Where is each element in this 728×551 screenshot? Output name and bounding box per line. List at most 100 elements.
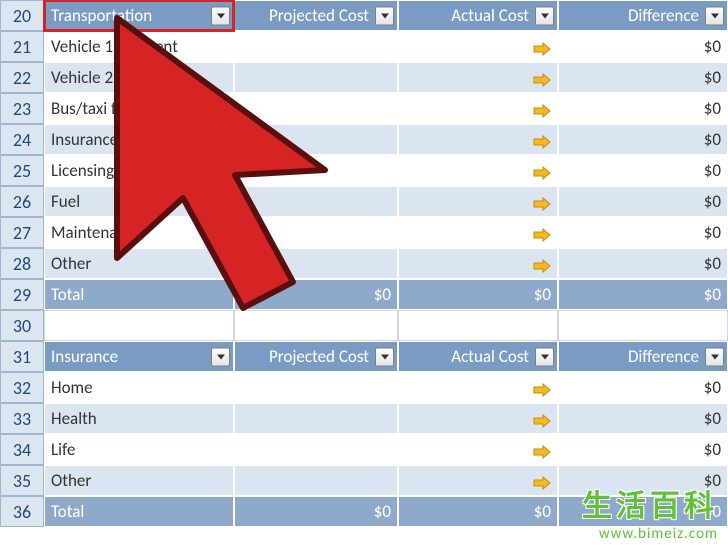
category-cell[interactable]: Maintenance xyxy=(44,217,234,248)
category-cell[interactable]: Fuel xyxy=(44,186,234,217)
header-label: Projected Cost xyxy=(269,5,369,26)
actual-cell[interactable] xyxy=(398,93,558,124)
actual-cell[interactable] xyxy=(398,62,558,93)
empty-cell[interactable] xyxy=(398,310,558,341)
difference-cell[interactable]: $0 xyxy=(558,155,728,186)
empty-cell[interactable] xyxy=(44,310,234,341)
projected-cell[interactable] xyxy=(234,372,398,403)
actual-cell[interactable] xyxy=(398,403,558,434)
difference-cell[interactable]: $0 xyxy=(558,93,728,124)
column-header-actual[interactable]: Actual Cost xyxy=(398,341,558,372)
category-cell[interactable]: Insurance xyxy=(44,124,234,155)
projected-cell[interactable] xyxy=(234,124,398,155)
row-header[interactable]: 32 xyxy=(0,372,44,403)
row-header[interactable]: 20 xyxy=(0,0,44,31)
total-difference-cell[interactable]: $0 xyxy=(558,496,728,527)
filter-dropdown-button[interactable] xyxy=(705,6,724,25)
projected-cell[interactable] xyxy=(234,186,398,217)
total-actual-cell[interactable]: $0 xyxy=(398,279,558,310)
row-header[interactable]: 33 xyxy=(0,403,44,434)
row-header[interactable]: 29 xyxy=(0,279,44,310)
cell-value: $0 xyxy=(704,284,721,305)
column-header-actual[interactable]: Actual Cost xyxy=(398,0,558,31)
header-label: Insurance xyxy=(51,346,118,367)
total-difference-cell[interactable]: $0 xyxy=(558,279,728,310)
row-header[interactable]: 31 xyxy=(0,341,44,372)
row-header[interactable]: 25 xyxy=(0,155,44,186)
category-cell[interactable]: Bus/taxi fare xyxy=(44,93,234,124)
row-header[interactable]: 27 xyxy=(0,217,44,248)
column-header-projected[interactable]: Projected Cost xyxy=(234,341,398,372)
row-header[interactable]: 28 xyxy=(0,248,44,279)
projected-cell[interactable] xyxy=(234,434,398,465)
row-header[interactable]: 21 xyxy=(0,31,44,62)
row-header[interactable]: 35 xyxy=(0,465,44,496)
actual-cell[interactable] xyxy=(398,186,558,217)
actual-cell[interactable] xyxy=(398,217,558,248)
projected-cell[interactable] xyxy=(234,62,398,93)
total-label-cell[interactable]: Total xyxy=(44,279,234,310)
row-header[interactable]: 34 xyxy=(0,434,44,465)
row-header[interactable]: 24 xyxy=(0,124,44,155)
actual-cell[interactable] xyxy=(398,155,558,186)
column-header-difference[interactable]: Difference xyxy=(558,341,728,372)
empty-cell[interactable] xyxy=(558,310,728,341)
actual-cell[interactable] xyxy=(398,124,558,155)
total-projected-cell[interactable]: $0 xyxy=(234,279,398,310)
category-cell[interactable]: Licensing xyxy=(44,155,234,186)
category-cell[interactable]: Life xyxy=(44,434,234,465)
column-header-difference[interactable]: Difference xyxy=(558,0,728,31)
total-label-cell[interactable]: Total xyxy=(44,496,234,527)
row-header[interactable]: 22 xyxy=(0,62,44,93)
filter-dropdown-button[interactable] xyxy=(375,6,394,25)
category-cell[interactable]: Vehicle 2 payment xyxy=(44,62,234,93)
filter-dropdown-button[interactable] xyxy=(705,347,724,366)
projected-cell[interactable] xyxy=(234,248,398,279)
actual-cell[interactable] xyxy=(398,465,558,496)
projected-cell[interactable] xyxy=(234,465,398,496)
difference-cell[interactable]: $0 xyxy=(558,403,728,434)
difference-cell[interactable]: $0 xyxy=(558,62,728,93)
filter-dropdown-button[interactable] xyxy=(535,6,554,25)
projected-cell[interactable] xyxy=(234,31,398,62)
empty-cell[interactable] xyxy=(234,310,398,341)
column-header-projected[interactable]: Projected Cost xyxy=(234,0,398,31)
row-header[interactable]: 26 xyxy=(0,186,44,217)
difference-cell[interactable]: $0 xyxy=(558,31,728,62)
category-cell[interactable]: Home xyxy=(44,372,234,403)
category-cell[interactable]: Other xyxy=(44,465,234,496)
header-label: Difference xyxy=(628,5,699,26)
row-header[interactable]: 23 xyxy=(0,93,44,124)
filter-dropdown-button[interactable] xyxy=(535,347,554,366)
filter-dropdown-button[interactable] xyxy=(375,347,394,366)
row-header[interactable]: 30 xyxy=(0,310,44,341)
category-cell[interactable]: Health xyxy=(44,403,234,434)
difference-cell[interactable]: $0 xyxy=(558,372,728,403)
projected-cell[interactable] xyxy=(234,155,398,186)
difference-cell[interactable]: $0 xyxy=(558,124,728,155)
filter-dropdown-button[interactable] xyxy=(211,347,230,366)
row-header[interactable]: 36 xyxy=(0,496,44,527)
actual-cell[interactable] xyxy=(398,31,558,62)
total-projected-cell[interactable]: $0 xyxy=(234,496,398,527)
projected-cell[interactable] xyxy=(234,403,398,434)
difference-cell[interactable]: $0 xyxy=(558,248,728,279)
column-header-category[interactable]: Transportation xyxy=(44,0,234,31)
column-header-category[interactable]: Insurance xyxy=(44,341,234,372)
difference-cell[interactable]: $0 xyxy=(558,186,728,217)
filter-dropdown-button[interactable] xyxy=(211,6,230,25)
category-cell[interactable]: Vehicle 1 payment xyxy=(44,31,234,62)
difference-cell[interactable]: $0 xyxy=(558,434,728,465)
projected-cell[interactable] xyxy=(234,93,398,124)
projected-cell[interactable] xyxy=(234,217,398,248)
actual-cell[interactable] xyxy=(398,434,558,465)
cell-value: $0 xyxy=(704,191,721,212)
right-arrow-icon xyxy=(533,133,551,147)
difference-cell[interactable]: $0 xyxy=(558,465,728,496)
total-actual-cell[interactable]: $0 xyxy=(398,496,558,527)
difference-cell[interactable]: $0 xyxy=(558,217,728,248)
actual-cell[interactable] xyxy=(398,372,558,403)
header-label: Difference xyxy=(628,346,699,367)
category-cell[interactable]: Other xyxy=(44,248,234,279)
actual-cell[interactable] xyxy=(398,248,558,279)
